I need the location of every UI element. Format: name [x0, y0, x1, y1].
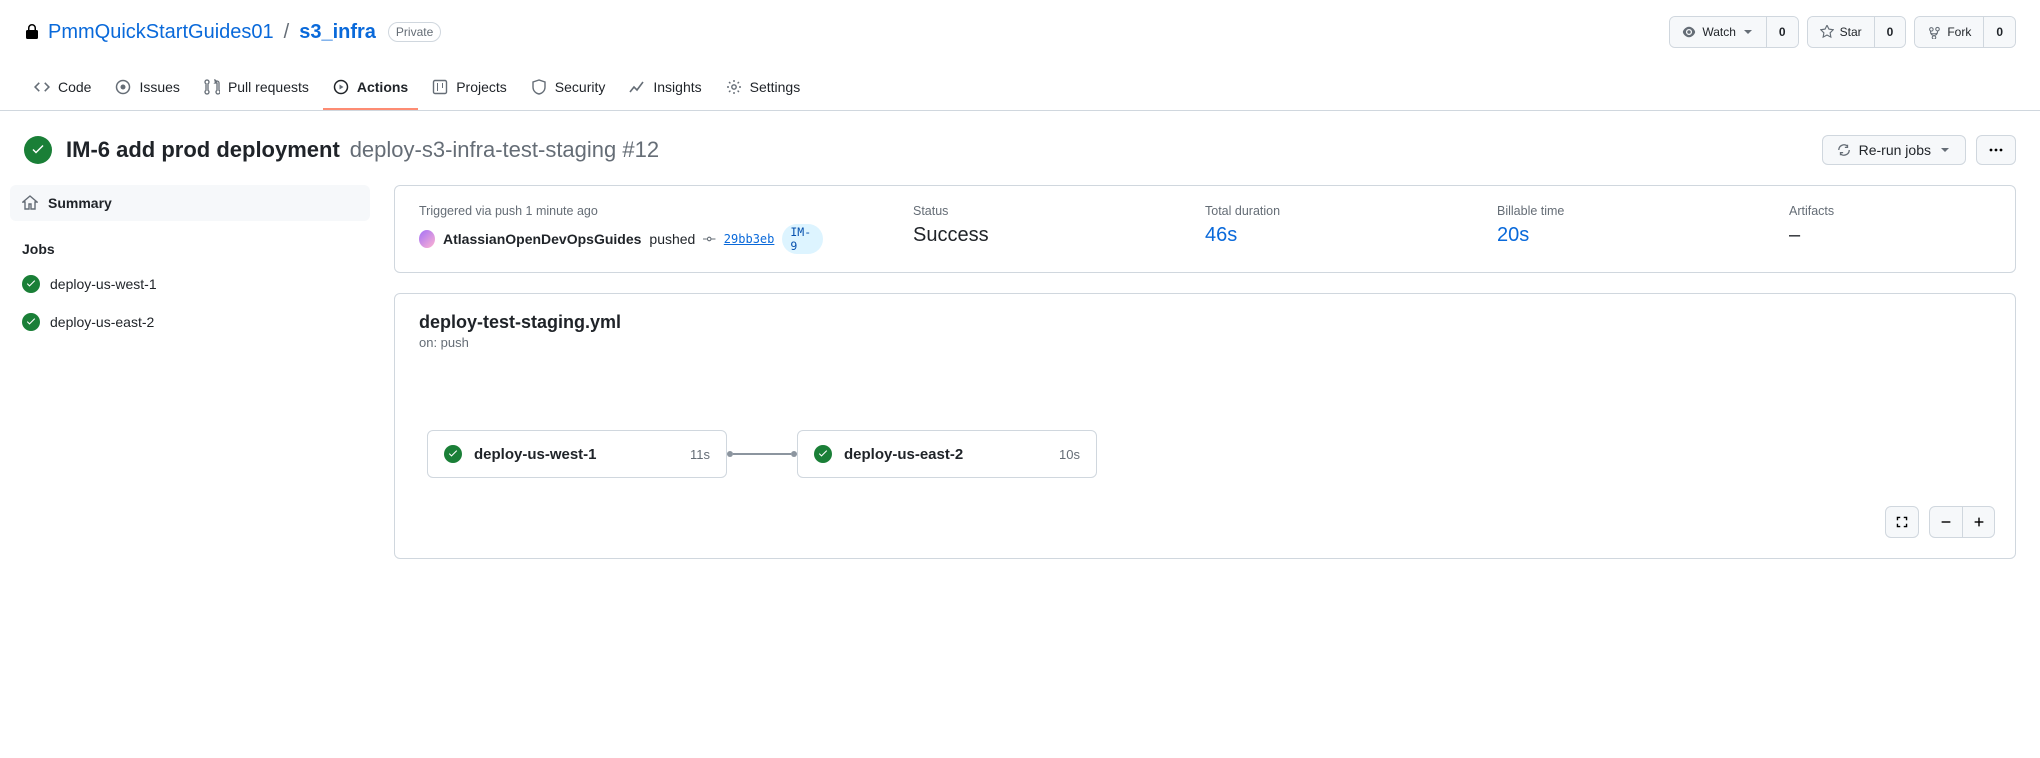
- graph-icon: [629, 79, 645, 95]
- gear-icon: [726, 79, 742, 95]
- artifacts-label: Artifacts: [1789, 204, 1991, 218]
- star-button[interactable]: Star: [1808, 17, 1874, 47]
- job-status-icon: [814, 445, 832, 463]
- run-subtitle: deploy-s3-infra-test-staging #12: [350, 137, 659, 162]
- repo-owner-link[interactable]: PmmQuickStartGuides01: [48, 21, 274, 44]
- artifacts-value: –: [1789, 224, 1991, 247]
- check-icon: [25, 278, 37, 290]
- sidebar-job-row[interactable]: deploy-us-east-2: [10, 303, 370, 341]
- watch-label: Watch: [1702, 25, 1736, 39]
- job-card-name: deploy-us-west-1: [474, 446, 678, 463]
- billable-label: Billable time: [1497, 204, 1699, 218]
- star-label: Star: [1840, 25, 1862, 39]
- workflow-on: on: push: [419, 335, 1991, 350]
- tab-actions[interactable]: Actions: [323, 66, 418, 110]
- repo-title: PmmQuickStartGuides01 / s3_infra Private: [24, 21, 441, 44]
- job-card-duration: 10s: [1059, 447, 1080, 462]
- fork-icon: [1927, 25, 1941, 39]
- fullscreen-button[interactable]: [1886, 507, 1918, 537]
- fullscreen-icon: [1895, 515, 1909, 529]
- billable-value[interactable]: 20s: [1497, 224, 1529, 246]
- tab-insights[interactable]: Insights: [619, 66, 711, 110]
- status-value: Success: [913, 224, 1115, 247]
- home-icon: [22, 195, 38, 211]
- minus-icon: [1939, 515, 1953, 529]
- header-actions: Watch 0 Star 0 Fork 0: [1669, 16, 2016, 48]
- duration-value[interactable]: 46s: [1205, 224, 1237, 246]
- zoom-in-button[interactable]: [1962, 507, 1994, 537]
- rerun-jobs-button[interactable]: Re-run jobs: [1822, 135, 1966, 165]
- rerun-label: Re-run jobs: [1859, 142, 1931, 158]
- workflow-canvas: deploy-test-staging.yml on: push deploy-…: [394, 293, 2016, 559]
- tab-settings[interactable]: Settings: [716, 66, 811, 110]
- tab-issues[interactable]: Issues: [105, 66, 189, 110]
- sync-icon: [1837, 143, 1851, 157]
- tab-security[interactable]: Security: [521, 66, 616, 110]
- pushed-word: pushed: [649, 231, 695, 247]
- check-icon: [25, 316, 37, 328]
- watch-button[interactable]: Watch: [1670, 17, 1766, 47]
- commit-icon: [703, 232, 715, 246]
- projects-icon: [432, 79, 448, 95]
- fork-count[interactable]: 0: [1983, 17, 2015, 47]
- fork-button[interactable]: Fork: [1915, 17, 1983, 47]
- summary-label: Summary: [48, 195, 112, 211]
- star-icon: [1820, 25, 1834, 39]
- plus-icon: [1972, 515, 1986, 529]
- caret-down-icon: [1742, 26, 1754, 38]
- zoom-out-button[interactable]: [1930, 507, 1962, 537]
- play-circle-icon: [333, 79, 349, 95]
- star-count[interactable]: 0: [1874, 17, 1906, 47]
- run-meta-box: Triggered via push 1 minute ago Atlassia…: [394, 185, 2016, 273]
- watch-count[interactable]: 0: [1766, 17, 1798, 47]
- check-icon: [447, 448, 459, 460]
- job-status-icon: [22, 275, 40, 293]
- check-icon: [817, 448, 829, 460]
- job-name: deploy-us-east-2: [50, 314, 154, 330]
- kebab-icon: [1988, 142, 2004, 158]
- actor-avatar[interactable]: [419, 230, 435, 248]
- job-name: deploy-us-west-1: [50, 276, 157, 292]
- job-card-duration: 11s: [690, 447, 710, 462]
- sidebar-job-row[interactable]: deploy-us-west-1: [10, 265, 370, 303]
- caret-down-icon: [1939, 144, 1951, 156]
- tab-pull-requests[interactable]: Pull requests: [194, 66, 319, 110]
- workflow-file-name: deploy-test-staging.yml: [419, 312, 1991, 333]
- repo-nav: Code Issues Pull requests Actions Projec…: [0, 66, 2040, 111]
- workflow-job-card[interactable]: deploy-us-west-1 11s: [427, 430, 727, 478]
- run-status-icon: [24, 136, 52, 164]
- tab-projects[interactable]: Projects: [422, 66, 517, 110]
- code-icon: [34, 79, 50, 95]
- shield-icon: [531, 79, 547, 95]
- eye-icon: [1682, 25, 1696, 39]
- visibility-badge: Private: [388, 22, 441, 42]
- repo-name-link[interactable]: s3_infra: [299, 21, 376, 44]
- job-card-name: deploy-us-east-2: [844, 446, 1047, 463]
- job-status-icon: [444, 445, 462, 463]
- status-label: Status: [913, 204, 1115, 218]
- issues-icon: [115, 79, 131, 95]
- check-icon: [30, 142, 46, 158]
- lock-icon: [24, 24, 40, 40]
- run-more-button[interactable]: [1976, 135, 2016, 165]
- pull-request-icon: [204, 79, 220, 95]
- jobs-heading: Jobs: [10, 241, 370, 265]
- job-connector: [727, 451, 797, 457]
- fork-label: Fork: [1947, 25, 1971, 39]
- duration-label: Total duration: [1205, 204, 1407, 218]
- sidebar-summary[interactable]: Summary: [10, 185, 370, 221]
- commit-sha-link[interactable]: 29bb3eb: [724, 232, 775, 246]
- workflow-job-card[interactable]: deploy-us-east-2 10s: [797, 430, 1097, 478]
- tab-code[interactable]: Code: [24, 66, 101, 110]
- run-title: IM-6 add prod deployment: [66, 137, 340, 162]
- actor-link[interactable]: AtlassianOpenDevOpsGuides: [443, 231, 641, 247]
- trigger-line: Triggered via push 1 minute ago: [419, 204, 823, 218]
- job-status-icon: [22, 313, 40, 331]
- branch-pill[interactable]: IM-9: [782, 224, 823, 254]
